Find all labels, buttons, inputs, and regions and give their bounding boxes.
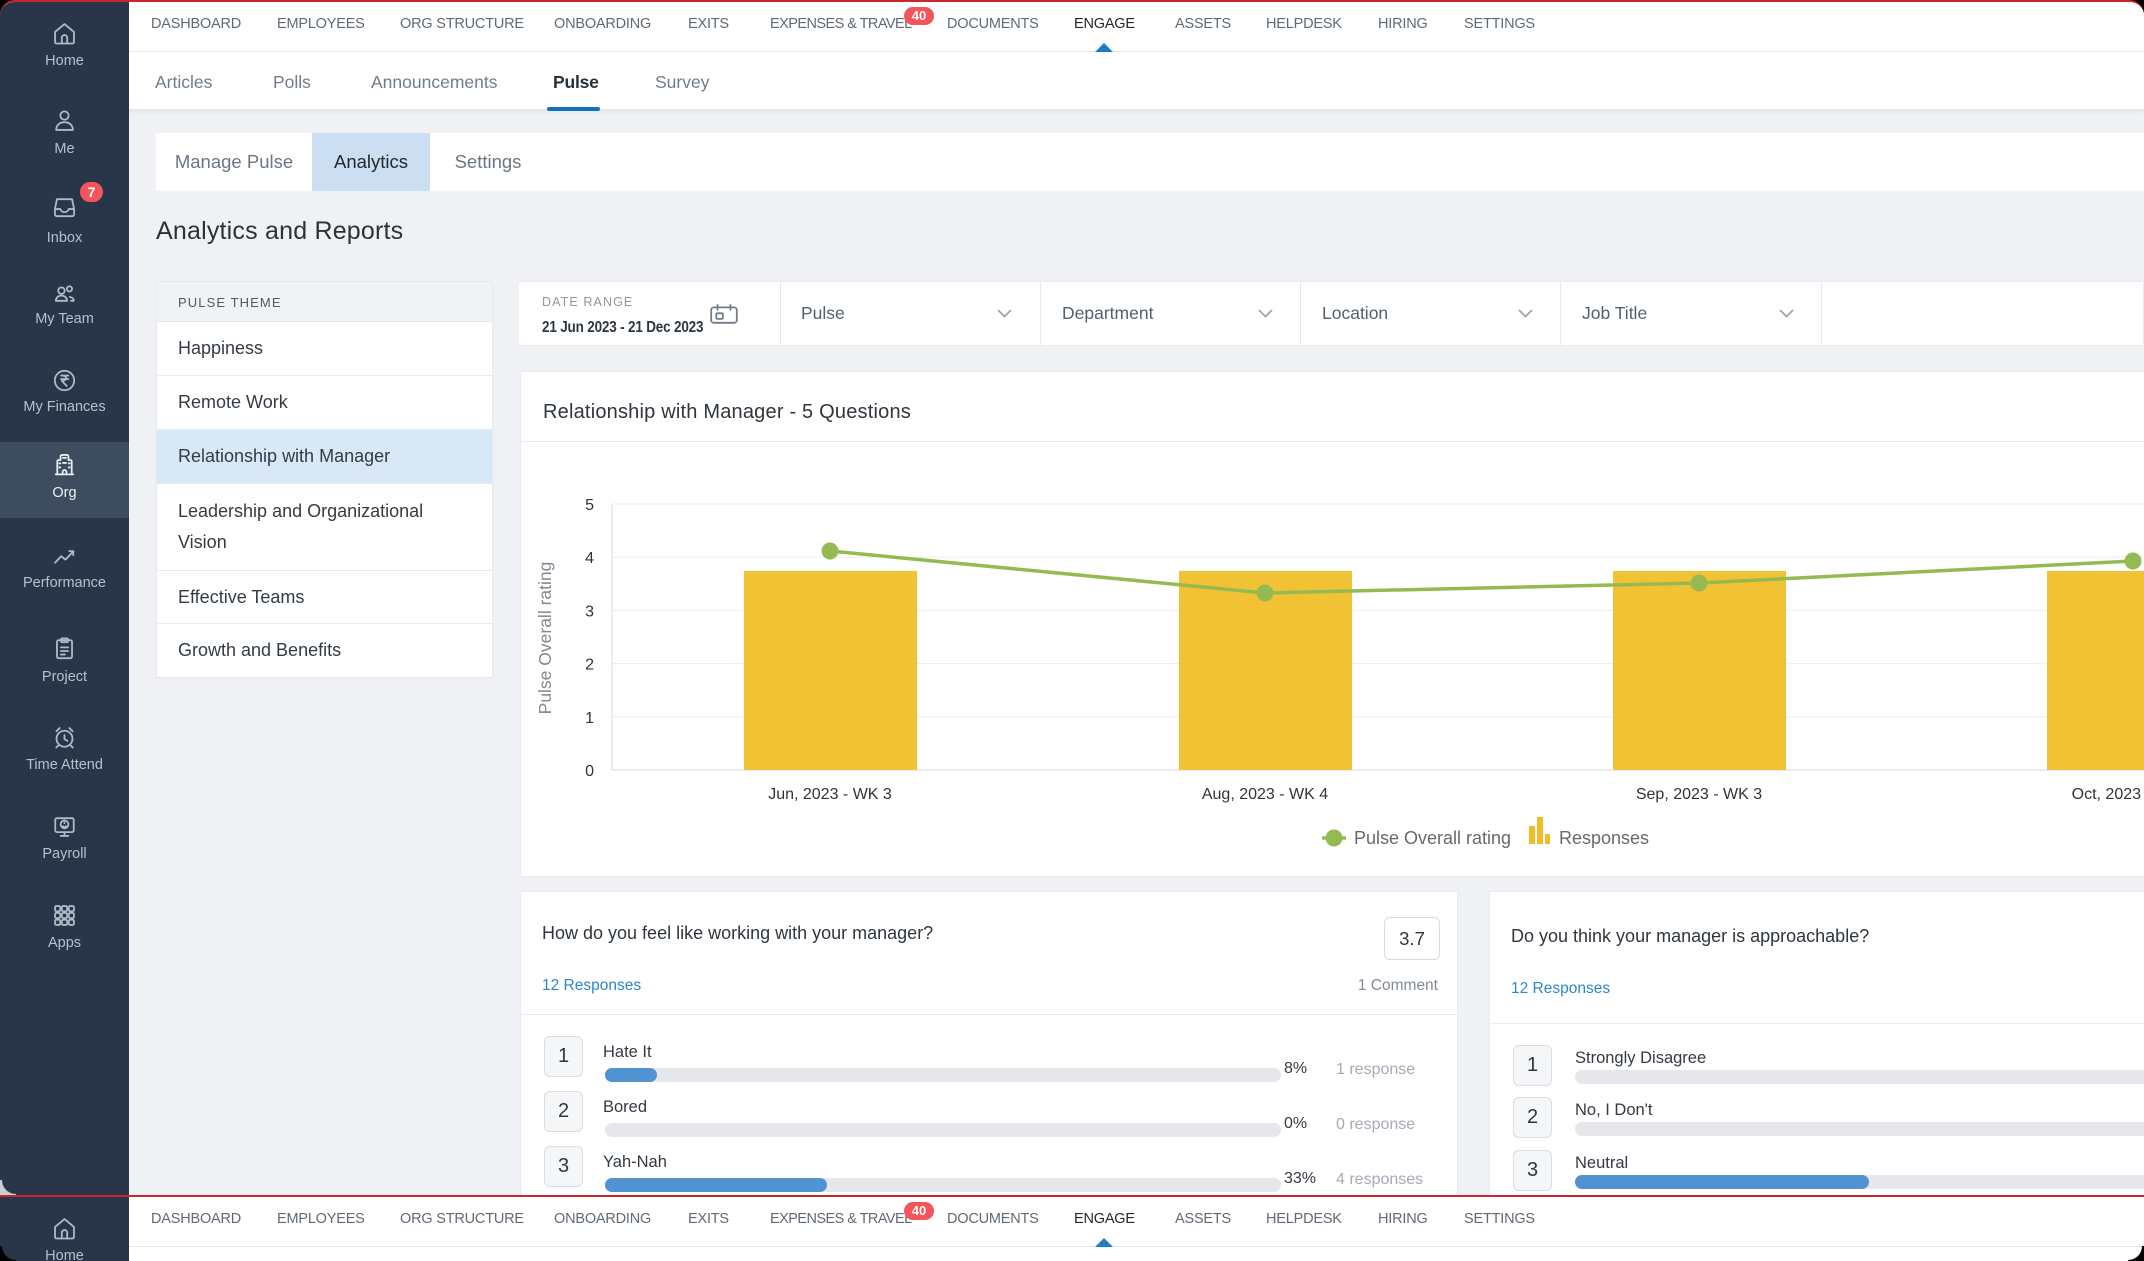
svg-text:3: 3 xyxy=(585,603,594,620)
svg-text:Pulse Overall rating: Pulse Overall rating xyxy=(535,562,555,715)
svg-text:Jun, 2023 - WK 3: Jun, 2023 - WK 3 xyxy=(768,786,892,803)
svg-text:4: 4 xyxy=(585,550,594,567)
svg-text:Sep, 2023 - WK 3: Sep, 2023 - WK 3 xyxy=(1636,786,1762,803)
svg-text:0: 0 xyxy=(585,763,594,780)
svg-text:Responses: Responses xyxy=(1559,828,1649,848)
svg-text:2: 2 xyxy=(585,657,594,674)
svg-text:Oct, 2023 - WK 4: Oct, 2023 - WK 4 xyxy=(2072,786,2144,803)
svg-text:1: 1 xyxy=(585,710,594,727)
svg-text:5: 5 xyxy=(585,497,594,514)
svg-text:Aug, 2023 - WK 4: Aug, 2023 - WK 4 xyxy=(1202,786,1328,803)
svg-text:Pulse Overall rating: Pulse Overall rating xyxy=(1354,828,1511,848)
